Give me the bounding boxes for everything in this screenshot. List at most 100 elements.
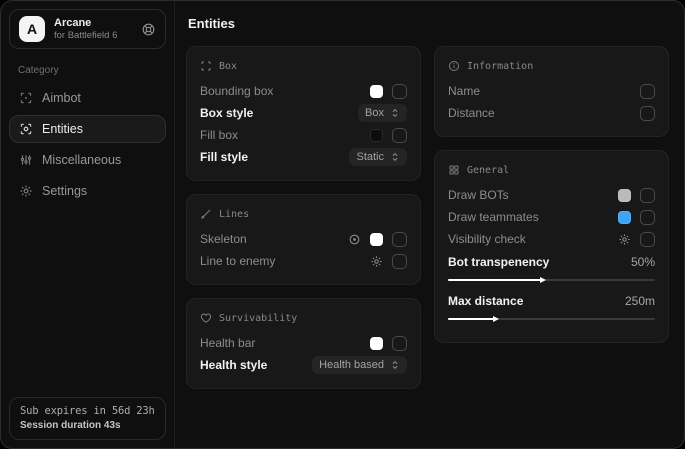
box-style-dropdown[interactable]: Box xyxy=(358,104,407,122)
information-card: Information Name Distance xyxy=(434,46,669,137)
name-row: Name xyxy=(448,80,655,102)
max-distance-label: Max distance xyxy=(448,294,523,308)
visibility-check-label: Visibility check xyxy=(448,232,526,246)
session-duration-text: Session duration 43s xyxy=(20,420,155,431)
sliders-icon xyxy=(19,153,33,167)
sidebar-item-label: Miscellaneous xyxy=(42,153,121,167)
main-content: Entities Box Bounding box xyxy=(175,1,684,448)
grid-icon xyxy=(448,164,460,176)
draw-bots-label: Draw BOTs xyxy=(448,188,509,202)
bounding-box-checkbox[interactable] xyxy=(392,84,407,99)
gear-icon[interactable] xyxy=(370,255,383,268)
fill-style-label: Fill style xyxy=(200,150,248,164)
heart-icon xyxy=(200,312,212,324)
chevrons-up-down-icon xyxy=(390,108,400,118)
lifebuoy-icon[interactable] xyxy=(141,22,156,37)
fill-box-label: Fill box xyxy=(200,128,238,142)
line-to-enemy-row: Line to enemy xyxy=(200,250,407,272)
fill-box-color-swatch[interactable] xyxy=(370,129,383,142)
draw-teammates-label: Draw teammates xyxy=(448,210,539,224)
crosshair-icon xyxy=(19,91,33,105)
sub-expires-text: Sub expires in 56d 23h xyxy=(20,405,155,417)
survivability-card-title: Survivability xyxy=(219,313,297,324)
line-to-enemy-checkbox[interactable] xyxy=(392,254,407,269)
max-distance-value: 250m xyxy=(625,294,655,308)
skeleton-label: Skeleton xyxy=(200,232,247,246)
general-card: General Draw BOTs Draw teammates xyxy=(434,150,669,343)
sidebar-item-aimbot[interactable]: Aimbot xyxy=(9,84,166,112)
health-style-label: Health style xyxy=(200,358,267,372)
sidebar-item-miscellaneous[interactable]: Miscellaneous xyxy=(9,146,166,174)
max-distance-slider[interactable] xyxy=(448,318,655,320)
distance-label: Distance xyxy=(448,106,495,120)
bot-transparency-label: Bot transpenency xyxy=(448,255,549,269)
bot-transparency-value: 50% xyxy=(631,255,655,269)
bounding-box-row: Bounding box xyxy=(200,80,407,102)
bounding-box-color-swatch[interactable] xyxy=(370,85,383,98)
name-label: Name xyxy=(448,84,480,98)
app-subtitle: for Battlefield 6 xyxy=(54,30,117,42)
general-card-title: General xyxy=(467,165,509,176)
fill-style-dropdown[interactable]: Static xyxy=(349,148,407,166)
line-to-enemy-label: Line to enemy xyxy=(200,254,275,268)
visibility-check-checkbox[interactable] xyxy=(640,232,655,247)
brackets-icon xyxy=(200,60,212,72)
health-bar-checkbox[interactable] xyxy=(392,336,407,351)
app-titles: Arcane for Battlefield 6 xyxy=(54,17,117,42)
draw-bots-color-swatch[interactable] xyxy=(618,189,631,202)
draw-teammates-color-swatch[interactable] xyxy=(618,211,631,224)
name-checkbox[interactable] xyxy=(640,84,655,99)
app-name: Arcane xyxy=(54,17,117,30)
sidebar-item-label: Entities xyxy=(42,122,83,136)
bot-transparency-slider[interactable] xyxy=(448,279,655,281)
draw-bots-checkbox[interactable] xyxy=(640,188,655,203)
chevrons-up-down-icon xyxy=(390,152,400,162)
health-bar-color-swatch[interactable] xyxy=(370,337,383,350)
health-style-dropdown[interactable]: Health based xyxy=(312,356,407,374)
sidebar: A Arcane for Battlefield 6 Category xyxy=(1,1,175,448)
chevrons-up-down-icon xyxy=(390,360,400,370)
distance-row: Distance xyxy=(448,102,655,124)
survivability-card: Survivability Health bar Health style xyxy=(186,298,421,389)
sidebar-item-settings[interactable]: Settings xyxy=(9,177,166,205)
fill-box-checkbox[interactable] xyxy=(392,128,407,143)
sidebar-item-label: Settings xyxy=(42,184,87,198)
visibility-check-row: Visibility check xyxy=(448,228,655,250)
box-card: Box Bounding box Box style Box xyxy=(186,46,421,181)
fill-style-value: Static xyxy=(356,151,384,163)
app-window: A Arcane for Battlefield 6 Category xyxy=(0,0,685,449)
skeleton-color-swatch[interactable] xyxy=(370,233,383,246)
gear-icon[interactable] xyxy=(618,233,631,246)
bounding-box-label: Bounding box xyxy=(200,84,273,98)
draw-bots-row: Draw BOTs xyxy=(448,184,655,206)
skeleton-checkbox[interactable] xyxy=(392,232,407,247)
draw-teammates-row: Draw teammates xyxy=(448,206,655,228)
slider-thumb[interactable] xyxy=(540,277,546,283)
box-style-row: Box style Box xyxy=(200,102,407,124)
fill-box-row: Fill box xyxy=(200,124,407,146)
health-bar-label: Health bar xyxy=(200,336,255,350)
health-style-row: Health style Health based xyxy=(200,354,407,376)
lines-card-title: Lines xyxy=(219,209,249,220)
box-style-value: Box xyxy=(365,107,384,119)
box-card-title: Box xyxy=(219,61,237,72)
skeleton-row: Skeleton xyxy=(200,228,407,250)
health-bar-row: Health bar xyxy=(200,332,407,354)
left-column: Box Bounding box Box style Box xyxy=(186,46,421,389)
sidebar-item-label: Aimbot xyxy=(42,91,81,105)
sidebar-nav: Aimbot Entities Miscella xyxy=(9,84,166,205)
slider-thumb[interactable] xyxy=(493,316,499,322)
sidebar-item-entities[interactable]: Entities xyxy=(9,115,166,143)
lines-card: Lines Skeleton Line to enemy xyxy=(186,194,421,285)
info-icon xyxy=(448,60,460,72)
max-distance-group: Max distance 250m xyxy=(448,291,655,320)
scan-icon xyxy=(19,122,33,136)
box-style-label: Box style xyxy=(200,106,253,120)
information-card-title: Information xyxy=(467,61,533,72)
subscription-info-card: Sub expires in 56d 23h Session duration … xyxy=(9,397,166,440)
target-icon[interactable] xyxy=(348,233,361,246)
pencil-line-icon xyxy=(200,208,212,220)
draw-teammates-checkbox[interactable] xyxy=(640,210,655,225)
distance-checkbox[interactable] xyxy=(640,106,655,121)
category-label: Category xyxy=(18,65,166,76)
